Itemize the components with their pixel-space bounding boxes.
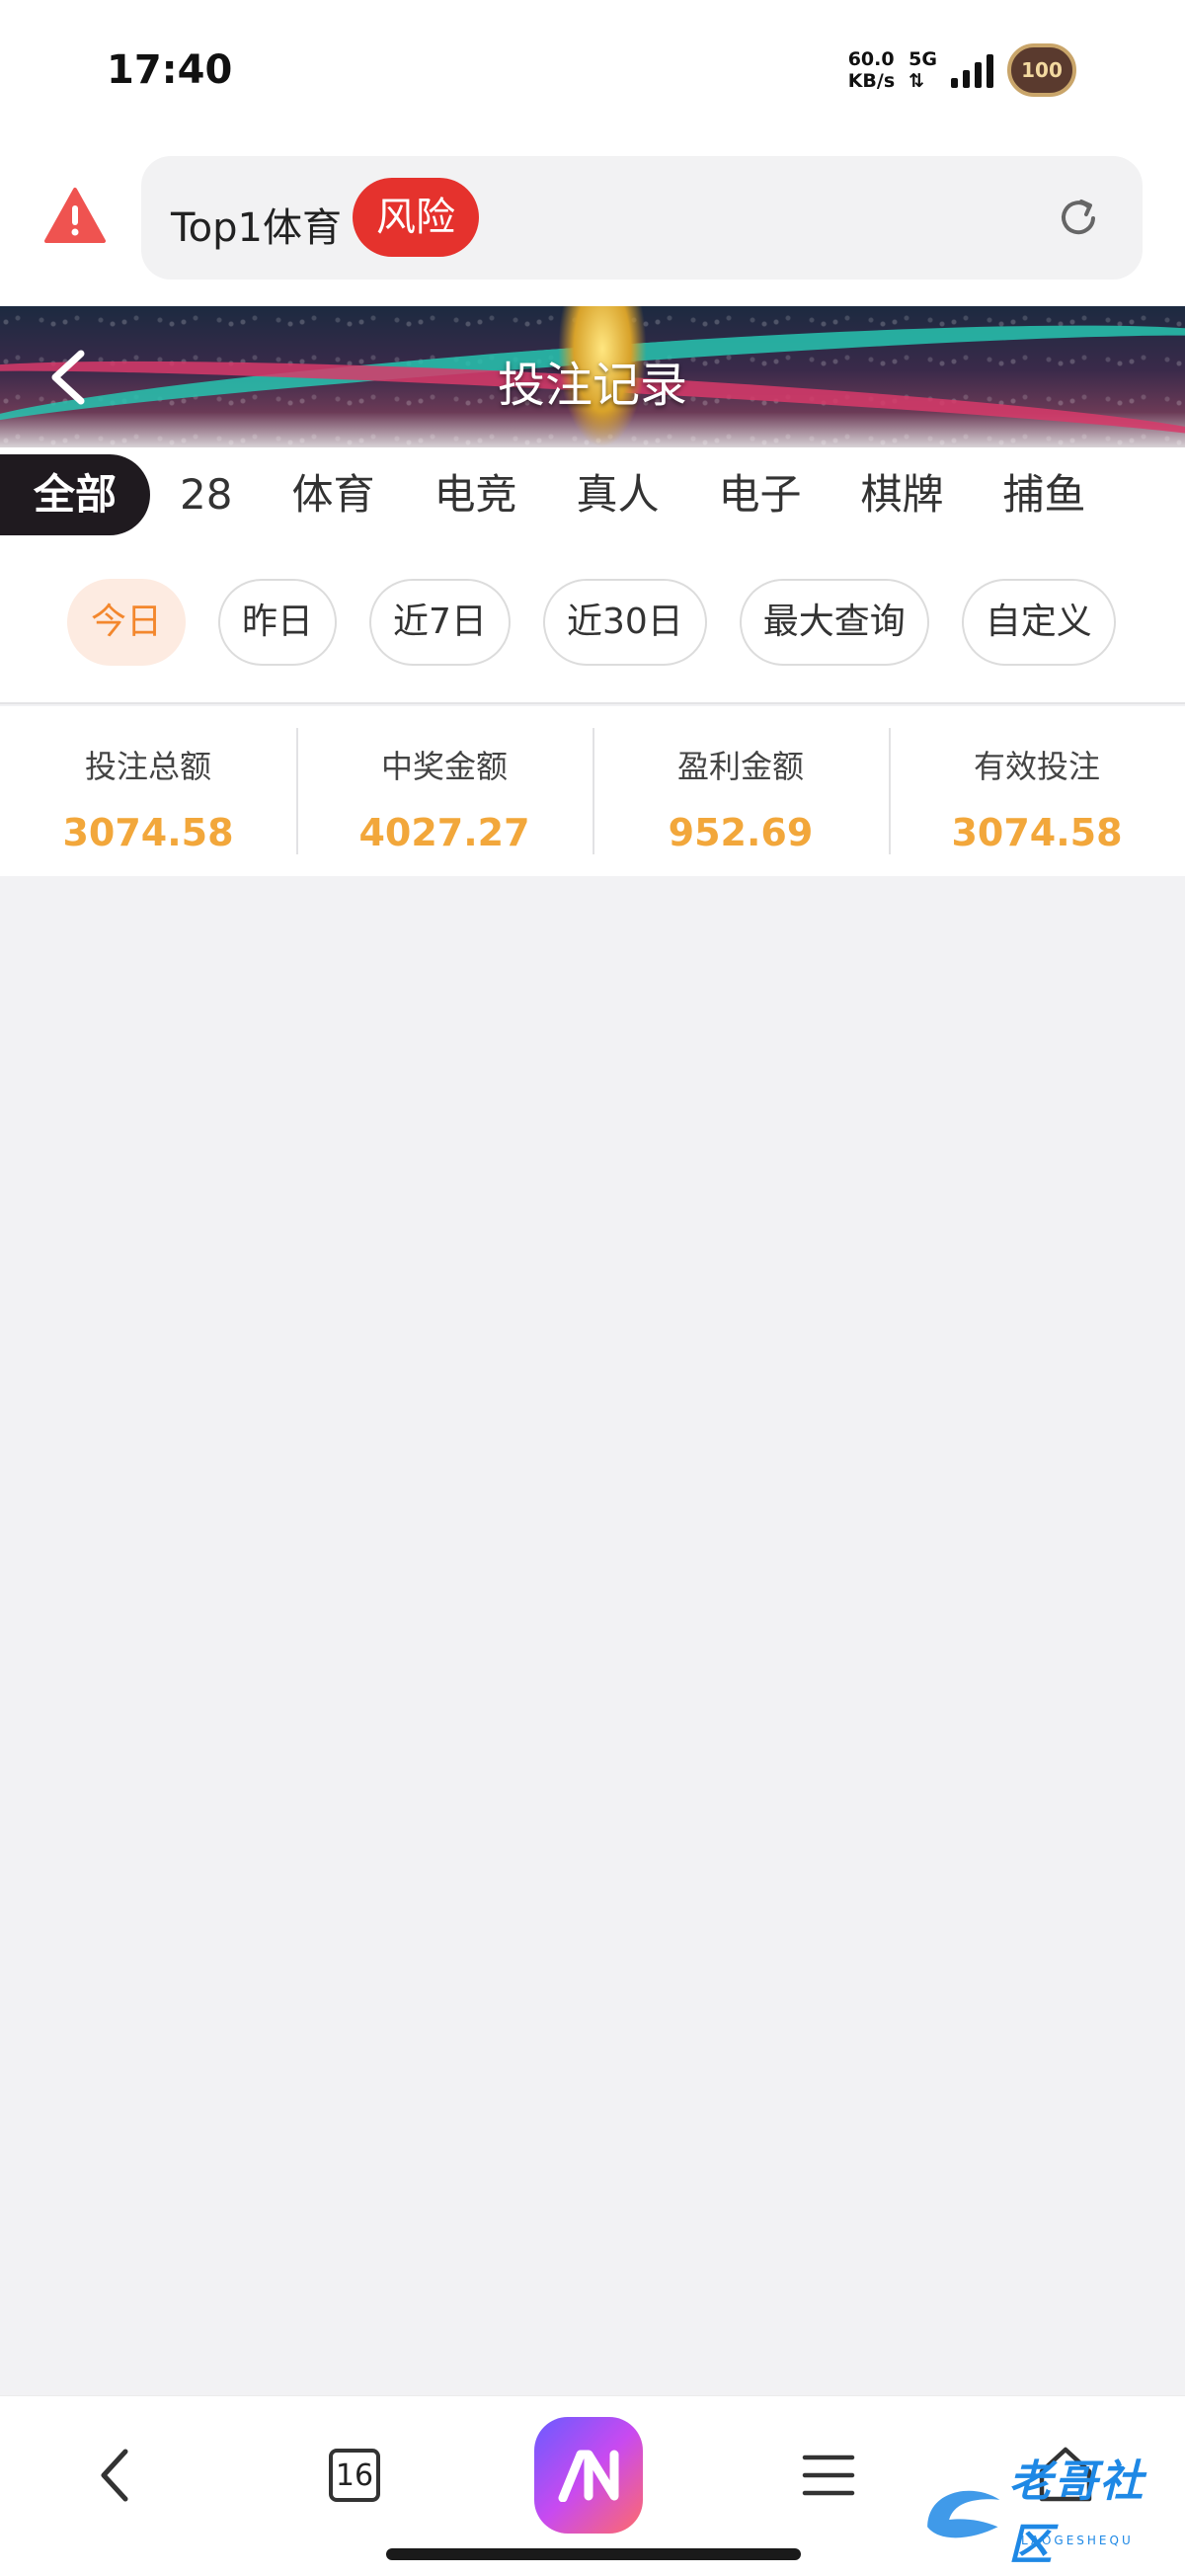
summary-label: 盈利金额	[676, 748, 804, 785]
date-filter-yesterday[interactable]: 昨日	[218, 578, 338, 666]
menu-icon	[802, 2455, 855, 2496]
summary-value: 4027.27	[358, 811, 530, 854]
watermark-subtext: LAOGESHEQU	[1021, 2534, 1134, 2547]
bet-summary: 投注总额 3074.58 中奖金额 4027.27 盈利金额 952.69 有效…	[0, 706, 1185, 876]
summary-value: 3074.58	[951, 811, 1123, 854]
site-title: Top1体育	[171, 205, 342, 251]
tab-all[interactable]: 全部	[0, 453, 151, 535]
status-indicators: 60.0 KB/s 5G ⇅ 100	[848, 43, 1076, 97]
menu-button[interactable]	[774, 2416, 883, 2535]
dragon-icon	[927, 2490, 1000, 2538]
tab-fishing[interactable]: 捕鱼	[974, 454, 1116, 535]
warning-icon[interactable]	[43, 186, 107, 245]
summary-value: 952.69	[668, 811, 814, 854]
summary-label: 中奖金额	[380, 748, 508, 785]
browser-back-button[interactable]	[61, 2416, 170, 2535]
summary-label: 有效投注	[973, 748, 1100, 785]
ai-logo-icon	[534, 2417, 643, 2534]
tab-live[interactable]: 真人	[547, 454, 689, 535]
header-banner: 投注记录	[0, 306, 1185, 447]
watermark-text: 老哥社区	[1008, 2456, 1146, 2570]
reload-icon[interactable]	[1054, 194, 1103, 243]
battery-icon: 100	[1007, 43, 1076, 97]
network-gen: 5G ⇅	[908, 48, 937, 92]
date-filter-max[interactable]: 最大查询	[739, 578, 929, 666]
browser-url-row: Top1体育 风险	[0, 148, 1185, 306]
date-filter-custom[interactable]: 自定义	[961, 578, 1116, 666]
tab-cards[interactable]: 棋牌	[831, 454, 974, 535]
data-arrows-icon: ⇅	[908, 70, 925, 92]
ai-assistant-button[interactable]	[534, 2416, 643, 2535]
date-filter-row: 今日 昨日 近7日 近30日 最大查询 自定义	[0, 541, 1185, 704]
network-gen-label: 5G	[908, 48, 937, 70]
net-speed-unit: KB/s	[847, 70, 896, 92]
category-tabs: 全部 28 体育 电竞 真人 电子 棋牌 捕鱼	[0, 447, 1185, 541]
tabs-button[interactable]: 16	[300, 2416, 409, 2535]
summary-profit: 盈利金额 952.69	[592, 706, 889, 876]
back-arrow-icon	[101, 2449, 128, 2502]
date-filter-7days[interactable]: 近7日	[369, 578, 511, 666]
net-speed: 60.0 KB/s	[848, 48, 895, 92]
status-bar: 17:40 60.0 KB/s 5G ⇅ 100	[0, 0, 1185, 148]
summary-win-amount: 中奖金额 4027.27	[296, 706, 592, 876]
summary-valid-bet: 有效投注 3074.58	[889, 706, 1185, 876]
summary-total-bet: 投注总额 3074.58	[0, 706, 296, 876]
tab-sports[interactable]: 体育	[262, 454, 404, 535]
date-filter-today[interactable]: 今日	[67, 578, 187, 666]
status-time: 17:40	[107, 47, 233, 93]
watermark-logo: 老哥社区 LAOGESHEQU	[918, 2456, 1175, 2570]
date-filter-30days[interactable]: 近30日	[542, 578, 707, 666]
summary-value: 3074.58	[62, 811, 234, 854]
risk-badge: 风险	[353, 178, 479, 257]
tab-esports[interactable]: 电竞	[404, 454, 546, 535]
tab-slots[interactable]: 电子	[689, 454, 831, 535]
tab-count: 16	[329, 2449, 380, 2502]
summary-label: 投注总额	[84, 748, 211, 785]
tab-28[interactable]: 28	[150, 454, 262, 535]
signal-icon	[951, 52, 993, 88]
home-indicator[interactable]	[386, 2548, 801, 2560]
net-speed-value: 60.0	[847, 48, 895, 70]
url-field[interactable]: Top1体育 风险	[141, 156, 1143, 280]
page-title: 投注记录	[497, 358, 687, 413]
